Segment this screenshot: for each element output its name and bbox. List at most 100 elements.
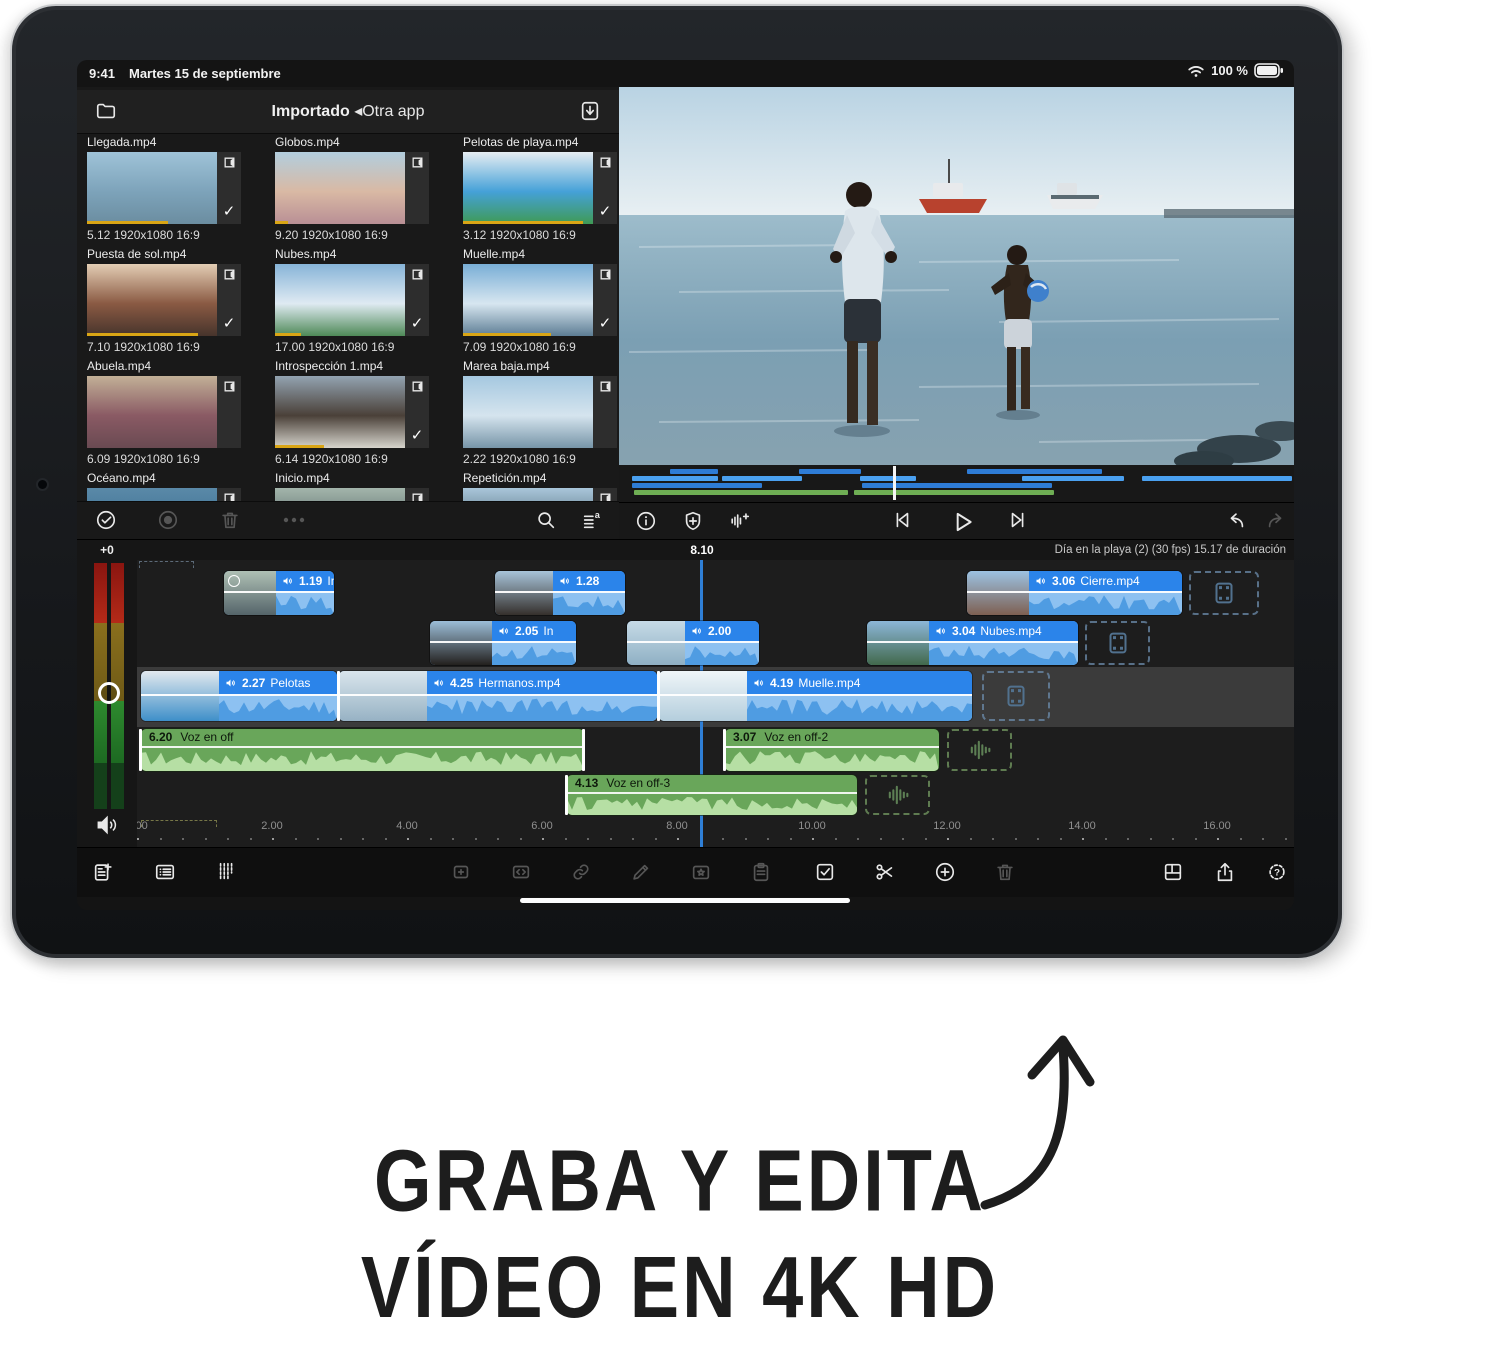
- wave-ph-icon[interactable]: [966, 736, 994, 764]
- search-icon[interactable]: [535, 509, 557, 531]
- settings-help-icon[interactable]: ?: [1266, 861, 1288, 883]
- plus-circle-icon[interactable]: [934, 861, 956, 883]
- video-clip[interactable]: 1.28: [495, 571, 625, 615]
- film-badge-icon[interactable]: [411, 492, 424, 501]
- clip-thumbnail[interactable]: ✓: [275, 376, 429, 448]
- shield-plus-icon[interactable]: [682, 510, 704, 532]
- library-clip-card[interactable]: Pelotas de playa.mp4✓3.12 1920x1080 16:9: [463, 135, 619, 242]
- clip-thumbnail[interactable]: ✓: [463, 152, 617, 224]
- clip-thumbnail[interactable]: [87, 488, 241, 501]
- time-ruler[interactable]: 0.002.004.006.008.0010.0012.0014.0016.00: [137, 818, 1294, 848]
- library-clip-card[interactable]: Muelle.mp4✓7.09 1920x1080 16:9: [463, 247, 619, 354]
- insert-box-icon[interactable]: [450, 861, 472, 883]
- add-media-icon[interactable]: [92, 861, 114, 883]
- audio-placeholder[interactable]: [865, 775, 930, 815]
- library-clip-card[interactable]: Globos.mp49.20 1920x1080 16:9: [275, 135, 453, 242]
- undo-icon[interactable]: [1225, 510, 1247, 532]
- link-icon[interactable]: [570, 861, 592, 883]
- transition-icon[interactable]: [510, 861, 532, 883]
- speaker-clip-icon[interactable]: [935, 625, 947, 637]
- film-badge-icon[interactable]: [599, 268, 612, 281]
- speaker-clip-icon[interactable]: [1035, 575, 1047, 587]
- audio-clip[interactable]: 6.20Voz en off: [141, 729, 584, 771]
- film-badge-icon[interactable]: [599, 156, 612, 169]
- audio-clip[interactable]: 4.13Voz en off-3: [567, 775, 857, 815]
- skip-forward-icon[interactable]: [1007, 509, 1029, 531]
- video-clip[interactable]: 2.05In: [430, 621, 576, 665]
- library-clip-card[interactable]: Nubes.mp4✓17.00 1920x1080 16:9: [275, 247, 453, 354]
- speaker-clip-icon[interactable]: [559, 575, 571, 587]
- skip-back-icon[interactable]: [891, 509, 913, 531]
- check-circle-icon[interactable]: [95, 509, 117, 531]
- film-badge-icon[interactable]: [223, 268, 236, 281]
- film-ph-icon[interactable]: [1103, 628, 1133, 658]
- film-badge-icon[interactable]: [411, 156, 424, 169]
- library-clip-card[interactable]: Océano.mp4: [87, 471, 265, 501]
- video-clip[interactable]: 1.19Inicio: [224, 571, 334, 615]
- sort-text-icon[interactable]: a: [581, 509, 603, 531]
- video-clip[interactable]: 4.19Muelle.mp4: [659, 671, 972, 721]
- speaker-clip-icon[interactable]: [225, 677, 237, 689]
- timeline-minimap[interactable]: [619, 465, 1294, 502]
- speaker-clip-icon[interactable]: [691, 625, 703, 637]
- clip-thumbnail[interactable]: ✓: [87, 152, 241, 224]
- library-clip-card[interactable]: Abuela.mp46.09 1920x1080 16:9: [87, 359, 265, 466]
- audio-clip[interactable]: 3.07Voz en off-2: [725, 729, 939, 771]
- video-clip[interactable]: 2.00: [627, 621, 759, 665]
- checkbox-icon[interactable]: [814, 861, 836, 883]
- import-icon[interactable]: [579, 100, 601, 122]
- library-clip-card[interactable]: Repetición.mp4: [463, 471, 619, 501]
- library-title[interactable]: Importado ◂Otra app: [77, 101, 619, 121]
- scissors-icon[interactable]: [874, 861, 896, 883]
- clip-thumbnail[interactable]: [275, 488, 429, 501]
- speaker-clip-icon[interactable]: [433, 677, 445, 689]
- video-preview[interactable]: [619, 87, 1294, 465]
- trash-icon[interactable]: [219, 509, 241, 531]
- video-clip[interactable]: 2.27Pelotas: [141, 671, 337, 721]
- clip-thumbnail[interactable]: ✓: [275, 264, 429, 336]
- wave-ph-icon[interactable]: [884, 781, 912, 809]
- library-clip-card[interactable]: Introspección 1.mp4✓6.14 1920x1080 16:9: [275, 359, 453, 466]
- speaker-icon[interactable]: [94, 812, 120, 838]
- speaker-clip-icon[interactable]: [282, 575, 294, 587]
- film-ph-icon[interactable]: [1001, 681, 1031, 711]
- effects-star-icon[interactable]: [690, 861, 712, 883]
- library-clip-card[interactable]: Inicio.mp4: [275, 471, 453, 501]
- clip-thumbnail[interactable]: [463, 488, 617, 501]
- clip-thumbnail[interactable]: [275, 152, 429, 224]
- video-clip[interactable]: 3.04Nubes.mp4: [867, 621, 1078, 665]
- layout-icon[interactable]: [1162, 861, 1184, 883]
- redo-icon[interactable]: [1265, 510, 1287, 532]
- clip-thumbnail[interactable]: [87, 376, 241, 448]
- record-icon[interactable]: [157, 509, 179, 531]
- clipboard-icon[interactable]: [750, 861, 772, 883]
- clip-details-icon[interactable]: [154, 861, 176, 883]
- video-placeholder[interactable]: [1189, 571, 1259, 615]
- track-headers-icon[interactable]: [216, 861, 238, 883]
- speaker-clip-icon[interactable]: [498, 625, 510, 637]
- more-dots-icon[interactable]: [281, 509, 307, 531]
- gain-knob[interactable]: [98, 682, 120, 704]
- video-placeholder[interactable]: [1085, 621, 1150, 665]
- audio-placeholder[interactable]: [947, 729, 1012, 771]
- trash-icon[interactable]: [994, 861, 1016, 883]
- library-clip-card[interactable]: Llegada.mp4✓5.12 1920x1080 16:9: [87, 135, 265, 242]
- home-indicator[interactable]: [520, 898, 850, 903]
- film-badge-icon[interactable]: [599, 492, 612, 501]
- video-placeholder[interactable]: [982, 671, 1050, 721]
- share-icon[interactable]: [1214, 861, 1236, 883]
- clip-thumbnail[interactable]: [463, 376, 617, 448]
- speaker-clip-icon[interactable]: [753, 677, 765, 689]
- clip-thumbnail[interactable]: ✓: [463, 264, 617, 336]
- film-badge-icon[interactable]: [411, 380, 424, 393]
- film-ph-icon[interactable]: [1209, 578, 1239, 608]
- minimap-playhead[interactable]: [893, 466, 896, 500]
- library-clip-card[interactable]: Marea baja.mp42.22 1920x1080 16:9: [463, 359, 619, 466]
- info-circle-icon[interactable]: [635, 510, 657, 532]
- audio-plus-icon[interactable]: [729, 510, 751, 532]
- film-badge-icon[interactable]: [223, 156, 236, 169]
- film-badge-icon[interactable]: [599, 380, 612, 393]
- film-badge-icon[interactable]: [411, 268, 424, 281]
- video-clip[interactable]: 4.25Hermanos.mp4: [339, 671, 657, 721]
- clip-thumbnail[interactable]: ✓: [87, 264, 241, 336]
